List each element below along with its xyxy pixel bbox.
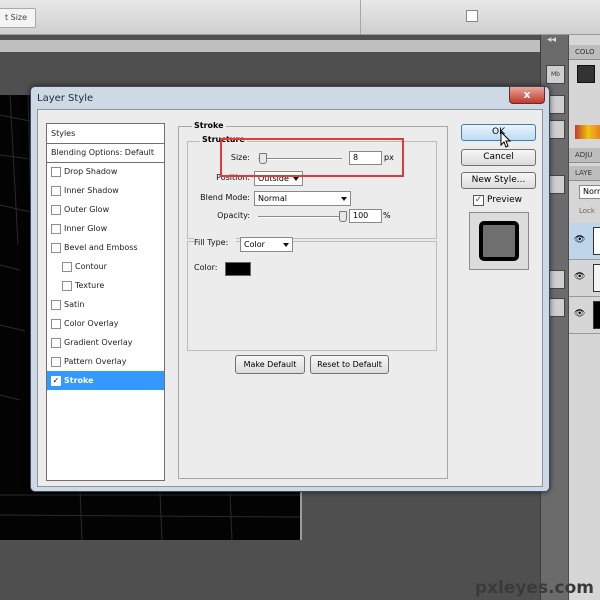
style-checkbox[interactable] — [51, 338, 61, 348]
blending-options-label: Blending Options: Default — [51, 148, 155, 157]
opacity-slider-track[interactable] — [258, 216, 342, 218]
blending-options-item[interactable]: Blending Options: Default — [47, 143, 164, 163]
style-checkbox[interactable] — [51, 300, 61, 310]
fill-group-box — [187, 241, 437, 351]
dialog-title: Layer Style — [37, 93, 94, 104]
style-item-drop-shadow[interactable]: Drop Shadow — [47, 162, 164, 181]
layers-panel-tab[interactable]: LAYE — [569, 166, 600, 181]
style-item-pattern-overlay[interactable]: Pattern Overlay — [47, 352, 164, 371]
style-item-label: Outer Glow — [64, 205, 110, 214]
style-checkbox[interactable] — [51, 205, 61, 215]
panels-dock: COLO ADJU LAYE Norm Lock 👁 👁 👁 — [568, 35, 600, 600]
styles-list-header[interactable]: Styles — [47, 124, 164, 144]
chevron-down-icon — [341, 197, 347, 201]
adjustments-panel-tab[interactable]: ADJU — [569, 148, 600, 163]
style-item-label: Bevel and Emboss — [64, 243, 138, 252]
layer-row[interactable]: 👁 — [569, 260, 600, 297]
style-item-label: Color Overlay — [64, 319, 119, 328]
style-item-label: Inner Glow — [64, 224, 108, 233]
layer-thumbnail — [593, 227, 600, 255]
eye-icon[interactable]: 👁 — [574, 272, 585, 282]
color-label: Color: — [194, 263, 218, 272]
style-checkbox[interactable] — [51, 224, 61, 234]
style-item-label: Gradient Overlay — [64, 338, 133, 347]
style-item-inner-shadow[interactable]: Inner Shadow — [47, 181, 164, 200]
stroke-group-title: Stroke — [192, 121, 226, 130]
options-bar: t Size — [0, 0, 600, 35]
style-item-inner-glow[interactable]: Inner Glow — [47, 219, 164, 238]
fill-type-select[interactable]: Color — [240, 237, 293, 252]
document-tab-bar — [0, 40, 540, 52]
style-checkbox[interactable] — [62, 262, 72, 272]
style-checkbox[interactable] — [51, 186, 61, 196]
style-item-label: Contour — [75, 262, 107, 271]
styles-list: Styles Blending Options: Default Drop Sh… — [46, 123, 165, 481]
style-item-satin[interactable]: Satin — [47, 295, 164, 314]
preview-label: Preview — [487, 195, 523, 205]
style-item-color-overlay[interactable]: Color Overlay — [47, 314, 164, 333]
style-item-label: Drop Shadow — [64, 167, 118, 176]
blend-mode-select-value: Normal — [258, 194, 287, 203]
options-checkbox[interactable] — [466, 10, 478, 22]
cancel-button[interactable]: Cancel — [461, 149, 536, 166]
layer-row[interactable]: 👁 — [569, 297, 600, 334]
chevron-down-icon — [283, 243, 289, 247]
print-size-button[interactable]: t Size — [0, 8, 36, 28]
mini-bridge-icon[interactable]: Mb — [546, 65, 565, 84]
reset-default-button[interactable]: Reset to Default — [310, 355, 389, 374]
style-checkbox[interactable] — [51, 357, 61, 367]
collapse-icon[interactable]: ◂◂ — [547, 35, 556, 45]
style-item-texture[interactable]: Texture — [47, 276, 164, 295]
layer-thumbnail — [593, 301, 600, 329]
watermark: pxleyes.com — [474, 578, 594, 598]
style-item-label: Satin — [64, 300, 85, 309]
style-item-gradient-overlay[interactable]: Gradient Overlay — [47, 333, 164, 352]
options-divider — [360, 0, 361, 34]
style-checkbox[interactable] — [51, 243, 61, 253]
preview-checkbox[interactable]: ✓ — [473, 195, 484, 206]
eye-icon[interactable]: 👁 — [574, 309, 585, 319]
style-item-contour[interactable]: Contour — [47, 257, 164, 276]
style-preview-box — [469, 212, 529, 270]
new-style-button[interactable]: New Style... — [461, 172, 536, 189]
style-item-stroke[interactable]: ✓ Stroke — [47, 371, 164, 390]
blend-mode-select[interactable]: Normal — [254, 191, 351, 206]
style-item-label: Texture — [75, 281, 105, 290]
style-checkbox-checked[interactable]: ✓ — [51, 376, 61, 386]
style-item-bevel-emboss[interactable]: Bevel and Emboss — [47, 238, 164, 257]
highlight-annotation — [220, 138, 404, 177]
eye-icon[interactable]: 👁 — [574, 235, 585, 245]
style-item-label: Pattern Overlay — [64, 357, 127, 366]
lock-label: Lock — [579, 207, 595, 215]
fill-type-select-value: Color — [244, 240, 265, 249]
style-checkbox[interactable] — [62, 281, 72, 291]
style-checkbox[interactable] — [51, 167, 61, 177]
mouse-cursor-icon — [500, 131, 512, 148]
layer-row-selected[interactable]: 👁 — [569, 223, 600, 260]
styles-list-header-label: Styles — [51, 129, 76, 138]
layer-thumbnail — [593, 264, 600, 292]
color-ramp[interactable] — [575, 125, 600, 139]
blend-mode-label: Blend Mode: — [200, 193, 250, 202]
close-button[interactable]: x — [509, 87, 545, 104]
opacity-input[interactable]: 100 — [349, 209, 382, 223]
layer-blend-mode-select[interactable]: Norm — [579, 185, 600, 199]
style-item-label: Inner Shadow — [64, 186, 119, 195]
foreground-color-swatch[interactable] — [577, 65, 595, 83]
color-panel-tab[interactable]: COLO — [569, 45, 600, 60]
opacity-label: Opacity: — [217, 211, 250, 220]
stroke-color-swatch[interactable] — [225, 262, 251, 276]
make-default-button[interactable]: Make Default — [235, 355, 305, 374]
opacity-unit-label: % — [383, 211, 391, 220]
style-preview-swatch — [479, 221, 519, 261]
fill-type-label: Fill Type: — [194, 238, 236, 247]
style-item-label: Stroke — [64, 376, 94, 385]
chevron-down-icon — [293, 177, 299, 181]
opacity-slider-thumb[interactable] — [339, 211, 347, 222]
style-item-outer-glow[interactable]: Outer Glow — [47, 200, 164, 219]
style-checkbox[interactable] — [51, 319, 61, 329]
